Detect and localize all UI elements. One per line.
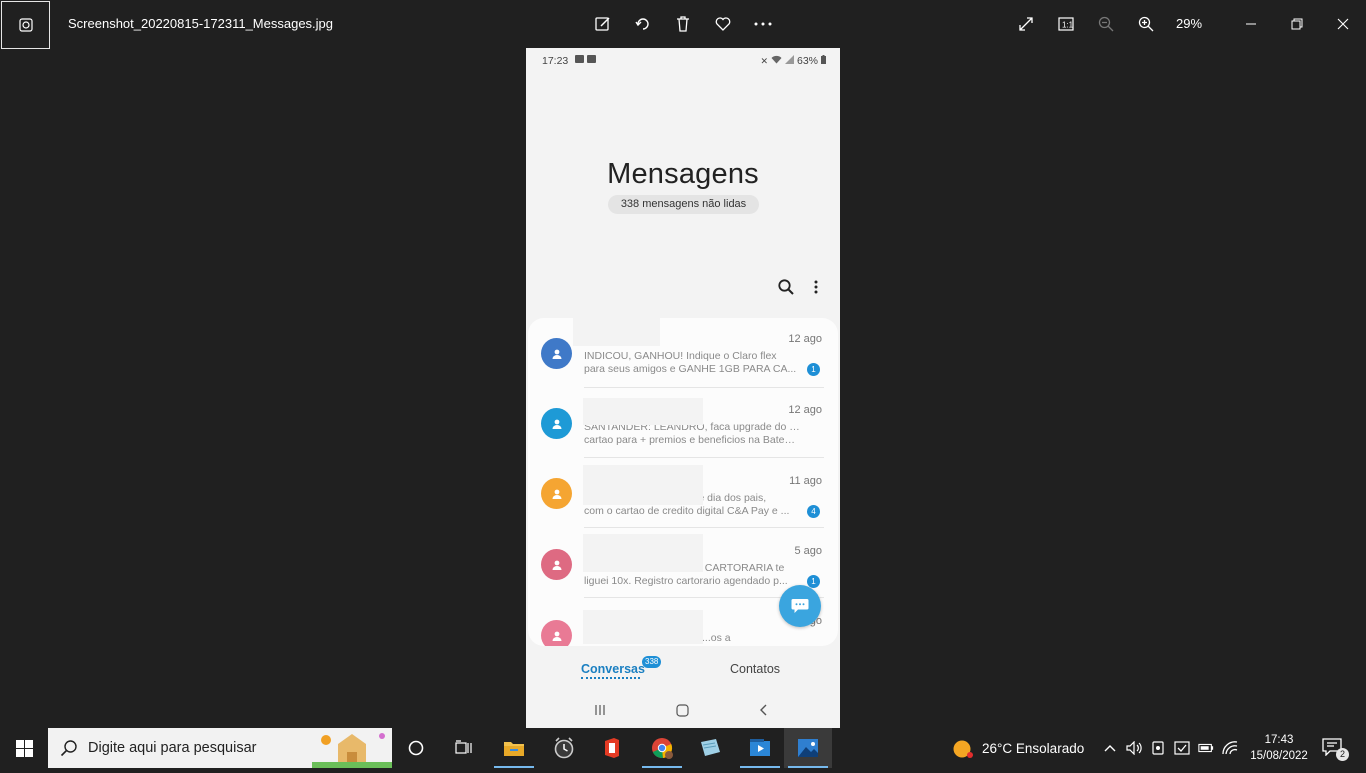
zoom-in-icon[interactable] <box>1134 12 1158 36</box>
contact-avatar-icon <box>541 408 572 439</box>
phone-status-bar: 17:23 ✕ 63% <box>526 48 840 72</box>
windows-taskbar: Digite aqui para pesquisar 26°C Ensolara… <box>0 728 1366 768</box>
media-player-icon[interactable] <box>736 728 784 768</box>
restore-icon[interactable] <box>1285 12 1309 36</box>
conversation-date: 12 ago <box>788 404 822 416</box>
conversation-item[interactable]: 11 ago Seu desconto especial de dia dos … <box>528 458 838 528</box>
office-icon[interactable] <box>588 728 636 768</box>
android-nav-bar <box>526 694 840 728</box>
preview-line-2: para seus amigos e GANHE 1GB PARA CA... <box>584 363 797 375</box>
weather-text[interactable]: 26°C Ensolarado <box>982 741 1084 756</box>
cortana-icon[interactable] <box>392 728 440 768</box>
redacted-sender <box>573 318 660 346</box>
preview-line-2: com o cartao de credito digital C&A Pay … <box>584 505 790 517</box>
search-placeholder: Digite aqui para pesquisar <box>88 740 257 756</box>
redacted-sender <box>583 465 703 505</box>
wifi-icon[interactable] <box>1222 740 1238 756</box>
more-options-icon[interactable] <box>807 278 825 296</box>
tab-conversations[interactable]: Conversas <box>581 662 645 676</box>
svg-text:1:1: 1:1 <box>1062 21 1074 30</box>
clock-time: 17:43 <box>1264 734 1294 746</box>
page-title: Mensagens <box>607 158 759 190</box>
defender-icon[interactable] <box>1174 740 1190 756</box>
file-explorer-icon[interactable] <box>490 728 538 768</box>
tab-contacts[interactable]: Contatos <box>730 662 780 676</box>
image-notification-icon <box>575 55 584 63</box>
preview-line-2: liguei 10x. Registro cartorario agendado… <box>584 575 788 587</box>
conversation-item[interactable]: 12 ago SANTANDER: LEANDRO, faca upgrade … <box>528 388 838 458</box>
clock-date: 15/08/2022 <box>1250 750 1308 762</box>
new-message-button[interactable] <box>779 585 821 627</box>
unread-count-badge: 338 mensagens não lidas <box>608 195 759 214</box>
unread-badge: 1 <box>807 363 820 376</box>
more-icon[interactable] <box>751 12 775 36</box>
back-icon[interactable] <box>756 702 772 718</box>
windows-start-icon[interactable] <box>0 728 48 768</box>
contact-avatar-icon <box>541 620 572 646</box>
signal-icon <box>784 55 794 67</box>
notes-app-icon[interactable] <box>686 728 734 768</box>
recent-apps-icon[interactable] <box>592 702 608 718</box>
conversation-date: 11 ago <box>789 475 822 487</box>
file-name: Screenshot_20220815-172311_Messages.jpg <box>68 16 334 31</box>
fullscreen-icon[interactable] <box>1014 12 1038 36</box>
conversation-date: 12 ago <box>788 333 822 345</box>
preview-line-1: INDICOU, GANHOU! Indique o Claro flex <box>584 350 777 362</box>
redacted-sender <box>583 534 703 572</box>
viewer-titlebar: Screenshot_20220815-172311_Messages.jpg … <box>0 0 1366 49</box>
notification-icons <box>575 55 596 63</box>
unread-badge: 4 <box>807 505 820 518</box>
message-notification-icon <box>587 55 596 63</box>
status-right-group: ✕ 63% <box>760 55 826 67</box>
zoom-out-icon[interactable] <box>1094 12 1118 36</box>
mute-icon: ✕ <box>760 55 768 66</box>
home-icon[interactable] <box>674 702 690 718</box>
status-time: 17:23 <box>542 55 569 67</box>
close-icon[interactable] <box>1331 12 1355 36</box>
wifi-icon <box>771 55 782 67</box>
redacted-sender <box>583 610 703 644</box>
zoom-level: 29% <box>1176 16 1203 31</box>
photos-icon[interactable] <box>784 728 832 768</box>
battery-percent: 63% <box>796 55 818 67</box>
preview-line-2: cartao para + premios e beneficios na Ba… <box>584 434 800 446</box>
photos-app-icon[interactable] <box>1 1 50 49</box>
conversation-date: 5 ago <box>794 545 822 557</box>
device-icon[interactable] <box>1150 740 1166 756</box>
volume-icon[interactable] <box>1126 740 1142 756</box>
chrome-icon[interactable] <box>638 728 686 768</box>
conversation-item[interactable]: 12 ago INDICOU, GANHOU! Indique o Claro … <box>528 318 838 388</box>
battery-icon[interactable] <box>1198 740 1214 756</box>
redacted-sender <box>583 398 703 425</box>
active-tab-indicator <box>581 677 640 679</box>
show-hidden-icons-icon[interactable] <box>1102 740 1118 756</box>
alarms-clock-icon[interactable] <box>540 728 588 768</box>
conversation-preview: INDICOU, GANHOU! Indique o Claro flex pa… <box>584 350 800 376</box>
search-icon <box>60 739 78 762</box>
contact-avatar-icon <box>541 549 572 580</box>
phone-screenshot: 17:23 ✕ 63% Mensagens 338 mensagens não … <box>526 48 840 728</box>
search-icon[interactable] <box>777 278 795 296</box>
taskbar-clock[interactable]: 17:43 15/08/2022 <box>1244 732 1314 764</box>
rotate-icon[interactable] <box>631 12 655 36</box>
task-view-icon[interactable] <box>440 728 488 768</box>
minimize-icon[interactable] <box>1239 12 1263 36</box>
bottom-tabs: Conversas 338 Contatos <box>526 648 840 688</box>
weather-icon[interactable] <box>952 739 974 764</box>
action-center-icon[interactable]: 2 <box>1322 738 1349 761</box>
taskbar-search-box[interactable]: Digite aqui para pesquisar <box>48 728 392 768</box>
edit-icon[interactable] <box>591 12 615 36</box>
search-highlight-illustration-icon <box>312 728 392 768</box>
notification-count: 2 <box>1336 748 1349 761</box>
delete-icon[interactable] <box>671 12 695 36</box>
conversations-badge: 338 <box>642 656 662 668</box>
contact-avatar-icon <box>541 478 572 509</box>
actual-size-icon[interactable]: 1:1 <box>1054 12 1078 36</box>
favorite-icon[interactable] <box>711 12 735 36</box>
battery-icon <box>821 55 826 67</box>
contact-avatar-icon <box>541 338 572 369</box>
